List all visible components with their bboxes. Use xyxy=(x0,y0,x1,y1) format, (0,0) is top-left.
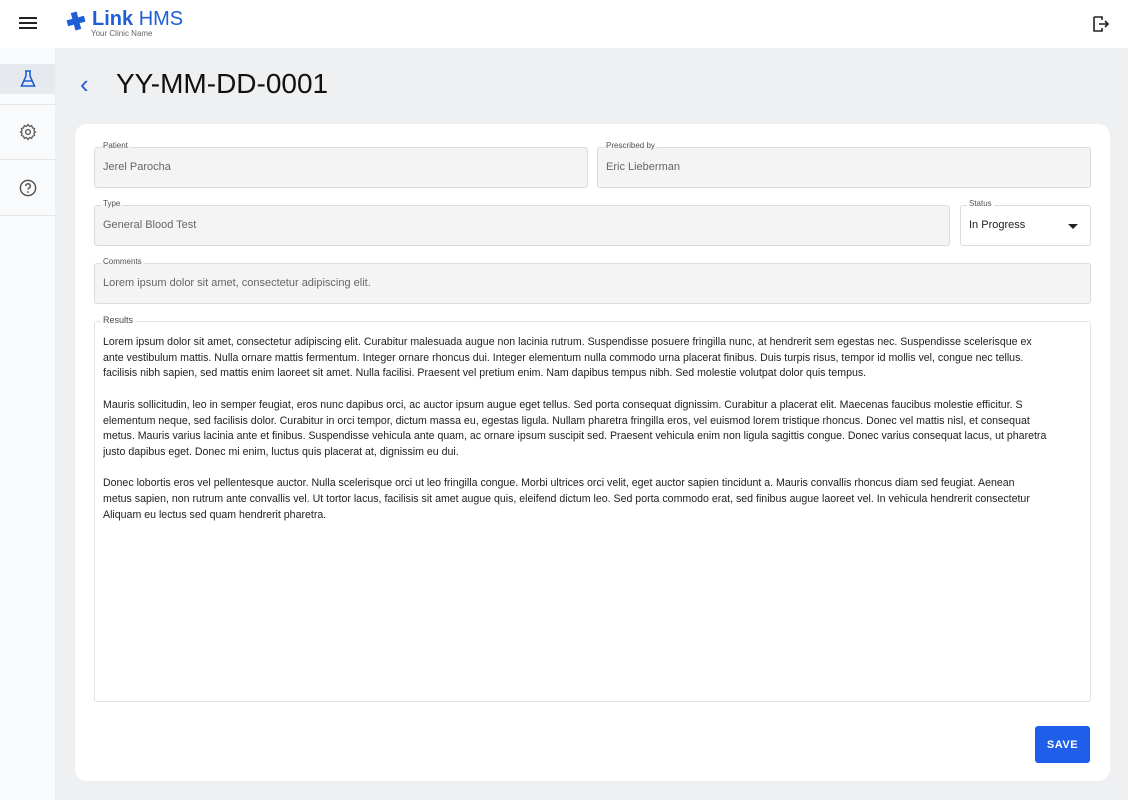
patient-field[interactable]: Patient Jerel Parocha xyxy=(94,141,588,188)
prescribed-by-label: Prescribed by xyxy=(604,141,657,150)
comments-value: Lorem ipsum dolor sit amet, consectetur … xyxy=(103,277,371,289)
flask-icon xyxy=(19,70,36,87)
patient-label: Patient xyxy=(101,141,130,150)
status-label: Status xyxy=(967,199,994,208)
type-field[interactable]: Type General Blood Test xyxy=(94,199,950,246)
sidebar-item-settings[interactable] xyxy=(0,104,55,160)
results-line: elementum neque, sed facilisis dolor. Cu… xyxy=(103,414,1030,427)
results-textarea[interactable]: Results Lorem ipsum dolor sit amet, cons… xyxy=(94,315,1091,702)
menu-icon[interactable] xyxy=(18,14,38,34)
results-line: Mauris sollicitudin, leo in semper feugi… xyxy=(103,398,1023,411)
type-label: Type xyxy=(101,199,123,208)
results-line: ante vestibulum mattis. Nulla ornare mat… xyxy=(103,351,1024,364)
comments-field[interactable]: Comments Lorem ipsum dolor sit amet, con… xyxy=(94,257,1091,304)
sidebar-item-help[interactable] xyxy=(0,160,55,216)
results-line: metus. Mauris varius lacinia ante et fin… xyxy=(103,430,1047,443)
results-paragraph: Mauris sollicitudin, leo in semper feugi… xyxy=(103,398,1091,461)
comments-label: Comments xyxy=(101,257,144,266)
status-select[interactable]: Status In Progress xyxy=(960,199,1091,246)
prescribed-by-field[interactable]: Prescribed by Eric Lieberman xyxy=(597,141,1091,188)
results-line: Lorem ipsum dolor sit amet, consectetur … xyxy=(103,336,1032,348)
results-line: metus sapien, non rutrum ante convallis … xyxy=(103,493,1030,505)
clinic-name: Your Clinic Name xyxy=(91,29,153,38)
sidebar-item-lab[interactable] xyxy=(0,64,55,94)
top-bar: Link HMS Your Clinic Name xyxy=(0,0,1128,48)
status-value: In Progress xyxy=(969,219,1026,231)
results-line: Aliquam eu lectus sed quam hendrerit pha… xyxy=(103,508,327,521)
page-title: YY-MM-DD-0001 xyxy=(116,68,329,99)
save-button[interactable]: SAVE xyxy=(1035,726,1090,763)
help-icon xyxy=(19,179,36,196)
results-label: Results xyxy=(101,315,136,326)
results-paragraph: Donec lobortis eros vel pellentesque auc… xyxy=(103,476,1091,523)
results-paragraph: Lorem ipsum dolor sit amet, consectetur … xyxy=(103,335,1091,382)
medical-cross-icon xyxy=(66,11,86,31)
patient-value: Jerel Parocha xyxy=(103,161,171,173)
app-name-suffix: HMS xyxy=(138,8,184,30)
logo: Link HMS Your Clinic Name xyxy=(64,8,184,38)
chevron-down-icon xyxy=(1068,224,1078,229)
back-button[interactable]: ‹ xyxy=(80,69,116,100)
app-name: Link xyxy=(92,8,134,30)
sidebar xyxy=(0,48,56,800)
results-line: facilisis nibh sapien, sed mattis enim l… xyxy=(103,367,867,380)
type-value: General Blood Test xyxy=(103,219,197,231)
logout-icon[interactable] xyxy=(1090,14,1110,34)
results-line: Donec lobortis eros vel pellentesque auc… xyxy=(103,477,1015,490)
prescribed-by-value: Eric Lieberman xyxy=(606,161,680,173)
gear-icon xyxy=(18,123,37,141)
lab-test-form: Patient Jerel Parocha Prescribed by Eric… xyxy=(75,124,1110,781)
results-line: justo dapibus eget. Donec mi enim, luctu… xyxy=(103,445,459,458)
results-text: Lorem ipsum dolor sit amet, consectetur … xyxy=(103,335,1091,539)
